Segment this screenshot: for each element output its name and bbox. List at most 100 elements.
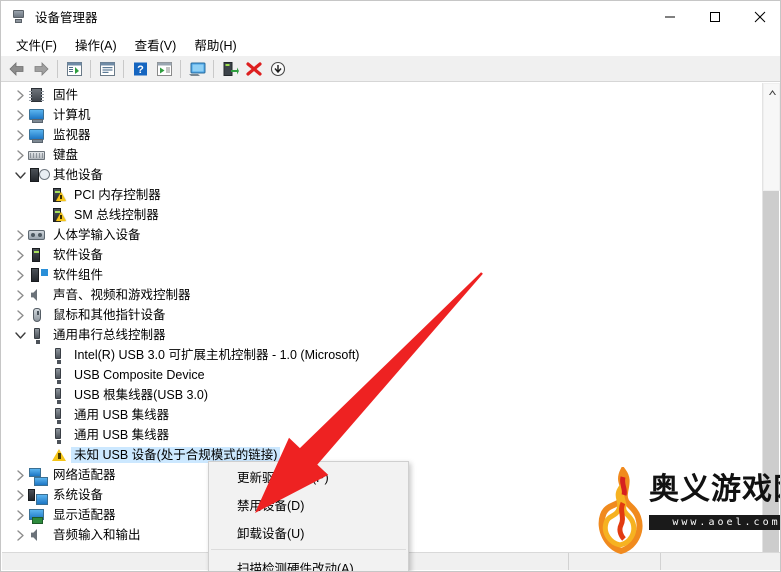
chevron-right-icon[interactable] [12, 127, 28, 143]
uninstall-device-icon[interactable] [242, 57, 266, 81]
tree-item[interactable]: 通用 USB 集线器 [33, 405, 172, 425]
chevron-right-icon[interactable] [12, 527, 28, 543]
chevron-right-icon[interactable] [12, 507, 28, 523]
network-adapters-icon [28, 467, 48, 486]
usb-device-icon [49, 347, 67, 364]
software-devices-icon [28, 247, 46, 263]
back-icon[interactable] [5, 57, 29, 81]
chevron-down-icon[interactable] [12, 167, 28, 183]
properties-icon[interactable] [95, 57, 119, 81]
maximize-button[interactable] [692, 1, 737, 32]
chevron-right-icon[interactable] [12, 307, 28, 323]
watermark-url: www.aoel.com [649, 515, 780, 530]
help-icon[interactable]: ? [128, 57, 152, 81]
chevron-right-icon[interactable] [12, 147, 28, 163]
tree-item[interactable]: 监视器 [12, 125, 94, 145]
forward-icon[interactable] [29, 57, 53, 81]
ctx-update-driver[interactable]: 更新驱动程序(P) [209, 462, 408, 490]
tree-item-label: 系统设备 [53, 488, 104, 502]
tree-item-label: 显示适配器 [53, 508, 116, 522]
toolbar-separator [57, 59, 58, 78]
chevron-down-icon[interactable] [12, 327, 28, 343]
update-driver-icon[interactable] [185, 57, 209, 81]
chevron-right-icon[interactable] [12, 287, 28, 303]
tree-item-label: SM 总线控制器 [74, 208, 159, 222]
other-devices-icon [28, 167, 50, 183]
tree-item[interactable]: USB 根集线器(USB 3.0) [33, 385, 211, 405]
tree-item-label: 监视器 [53, 128, 91, 142]
software-components-icon [28, 267, 48, 283]
tree-item-label: 通用串行总线控制器 [53, 328, 166, 342]
menu-file[interactable]: 文件(F) [7, 32, 66, 57]
chevron-right-icon[interactable] [12, 247, 28, 263]
tree-item[interactable]: 系统设备 [12, 485, 106, 505]
toolbar-separator [180, 59, 181, 78]
tree-item[interactable]: USB Composite Device [33, 365, 208, 385]
ctx-uninstall-device[interactable]: 卸载设备(U) [209, 518, 408, 546]
tree-item[interactable]: Intel(R) USB 3.0 可扩展主机控制器 - 1.0 (Microso… [33, 345, 362, 365]
watermark-text-block: 奥义游戏网 www.aoel.com [649, 467, 780, 530]
tree-item[interactable]: 通用 USB 集线器 [33, 425, 172, 445]
watermark-title: 奥义游戏网 [649, 472, 780, 507]
tree-item-label: PCI 内存控制器 [74, 188, 161, 202]
disable-device-icon[interactable] [266, 57, 290, 81]
chevron-right-icon[interactable] [12, 487, 28, 503]
tree-item[interactable]: PCI 内存控制器 [33, 185, 164, 205]
audio-inputs-outputs-icon [28, 527, 46, 543]
tree-item-label: 音频输入和输出 [53, 528, 141, 542]
menu-view[interactable]: 查看(V) [126, 32, 186, 57]
tree-item[interactable]: 软件设备 [12, 245, 106, 265]
tree-item-label: 键盘 [53, 148, 79, 162]
ctx-scan-hardware-changes[interactable]: 扫描检测硬件改动(A) [209, 553, 408, 572]
tree-item-label: Intel(R) USB 3.0 可扩展主机控制器 - 1.0 (Microso… [74, 348, 360, 362]
scrollbar-thumb[interactable] [763, 83, 780, 191]
toolbar-separator [213, 59, 214, 78]
tree-item-label: 人体学输入设备 [53, 228, 141, 242]
tree-item-label: 鼠标和其他指针设备 [53, 308, 166, 322]
scan-for-hardware-changes-icon[interactable] [152, 57, 176, 81]
window-title: 设备管理器 [35, 11, 98, 25]
tree-item[interactable]: 显示适配器 [12, 505, 119, 525]
menu-action[interactable]: 操作(A) [66, 32, 126, 57]
chevron-right-icon[interactable] [12, 227, 28, 243]
system-devices-icon [28, 487, 48, 505]
tree-item[interactable]: SM 总线控制器 [33, 205, 162, 225]
tree-item[interactable]: 通用串行总线控制器 [12, 325, 169, 345]
tree-item[interactable]: 键盘 [12, 145, 81, 165]
menu-help[interactable]: 帮助(H) [185, 32, 245, 57]
chevron-right-icon[interactable] [12, 467, 28, 483]
tree-item[interactable]: 声音、视频和游戏控制器 [12, 285, 194, 305]
chevron-right-icon[interactable] [12, 267, 28, 283]
tree-item[interactable]: 计算机 [12, 105, 94, 125]
tree-item[interactable]: 鼠标和其他指针设备 [12, 305, 169, 325]
tree-item-label: 计算机 [53, 108, 91, 122]
chevron-right-icon[interactable] [12, 87, 28, 103]
toolbar-separator [90, 59, 91, 78]
tree-item[interactable]: 网络适配器 [12, 465, 119, 486]
context-menu-separator [211, 549, 406, 550]
tree-item[interactable]: 人体学输入设备 [12, 225, 144, 245]
tree-item[interactable]: 软件组件 [12, 265, 106, 285]
minimize-button[interactable] [647, 1, 692, 32]
menu-bar: 文件(F) 操作(A) 查看(V) 帮助(H) [1, 32, 780, 57]
tree-item-label: 通用 USB 集线器 [74, 408, 170, 422]
toolbar: ? [1, 56, 780, 82]
pci-memory-controller-icon [49, 187, 67, 203]
scroll-up-icon[interactable] [764, 84, 780, 101]
context-menu[interactable]: 更新驱动程序(P) 禁用设备(D) 卸载设备(U) 扫描检测硬件改动(A) [208, 461, 409, 572]
chevron-right-icon[interactable] [12, 107, 28, 123]
tree-item[interactable]: 其他设备 [12, 165, 106, 185]
tree-item-label: 固件 [53, 88, 79, 102]
tree-item[interactable]: 固件 [12, 85, 81, 105]
tree-item-label: 软件设备 [53, 248, 104, 262]
close-button[interactable] [737, 1, 780, 32]
tree-item[interactable]: 音频输入和输出 [12, 525, 144, 545]
ctx-disable-device[interactable]: 禁用设备(D) [209, 490, 408, 518]
enable-device-icon[interactable] [218, 57, 242, 81]
mice-pointing-devices-icon [28, 307, 46, 323]
show-hide-console-tree-icon[interactable] [62, 57, 86, 81]
